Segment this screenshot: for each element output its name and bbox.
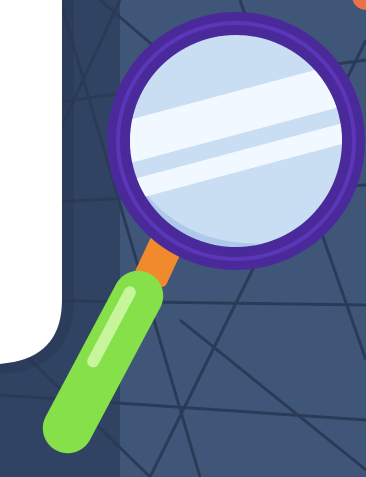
magnifying-glass-illustration bbox=[0, 0, 366, 477]
illustration-scene bbox=[0, 0, 366, 477]
paper-card bbox=[0, 0, 62, 364]
